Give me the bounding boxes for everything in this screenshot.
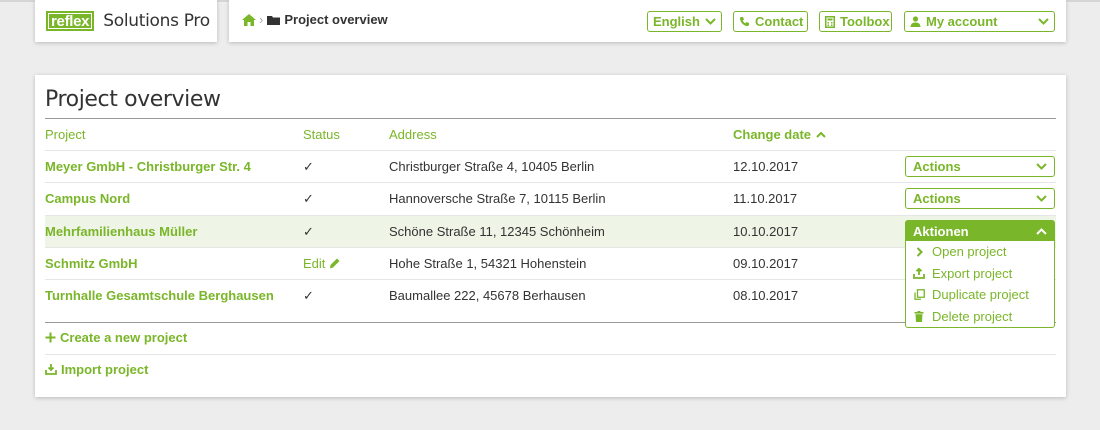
table-row[interactable]: Campus Nord ✓ Hannoversche Straße 7, 101… bbox=[45, 182, 1056, 214]
status-check: ✓ bbox=[303, 288, 314, 303]
account-label: My account bbox=[926, 14, 998, 29]
status-check: ✓ bbox=[303, 224, 314, 239]
column-header-address[interactable]: Address bbox=[389, 127, 437, 142]
project-address: Baumallee 222, 45678 Berhausen bbox=[389, 288, 586, 303]
chevron-down-icon bbox=[1036, 163, 1047, 170]
actions-dropdown-toggle[interactable]: Aktionen bbox=[906, 221, 1054, 241]
phone-icon bbox=[739, 16, 750, 27]
change-date-label: Change date bbox=[733, 127, 812, 142]
home-icon[interactable] bbox=[242, 13, 256, 26]
toolbox-button[interactable]: Toolbox bbox=[819, 11, 892, 32]
project-address: Christburger Straße 4, 10405 Berlin bbox=[389, 159, 595, 174]
reflex-logo: reflex bbox=[46, 11, 95, 31]
duplicate-project-label: Duplicate project bbox=[932, 287, 1029, 303]
actions-label: Actions bbox=[913, 191, 961, 206]
status-check: ✓ bbox=[303, 191, 314, 206]
delete-project-label: Delete project bbox=[932, 308, 1013, 324]
project-name[interactable]: Meyer GmbH - Christburger Str. 4 bbox=[45, 159, 251, 174]
actions-dropdown[interactable]: Actions bbox=[905, 156, 1055, 177]
table-row[interactable]: Meyer GmbH - Christburger Str. 4 ✓ Chris… bbox=[45, 150, 1056, 182]
open-project-label: Open project bbox=[932, 244, 1007, 260]
chevron-down-icon bbox=[1038, 18, 1049, 25]
import-project-label: Import project bbox=[61, 362, 149, 377]
app-name: Solutions Pro bbox=[103, 11, 210, 31]
actions-label: Actions bbox=[913, 159, 961, 174]
my-account-menu[interactable]: My account bbox=[904, 11, 1055, 32]
change-date: 09.10.2017 bbox=[733, 256, 799, 271]
top-bar: › Project overview English Contact Toolb… bbox=[229, 0, 1066, 42]
project-address: Schöne Straße 11, 12345 Schönheim bbox=[389, 224, 605, 239]
chevron-up-icon bbox=[1036, 227, 1047, 235]
edit-label: Edit bbox=[303, 256, 326, 271]
project-name[interactable]: Turnhalle Gesamtschule Berghausen bbox=[45, 288, 274, 303]
change-date: 10.10.2017 bbox=[733, 224, 799, 239]
import-icon bbox=[45, 364, 57, 375]
breadcrumb-separator: › bbox=[259, 12, 264, 27]
contact-label: Contact bbox=[755, 14, 804, 29]
trash-icon bbox=[913, 310, 925, 322]
create-project-label: Create a new project bbox=[60, 330, 188, 345]
chevron-right-icon bbox=[913, 247, 925, 257]
change-date: 12.10.2017 bbox=[733, 159, 799, 174]
menu-item-open-project[interactable]: Open project bbox=[906, 241, 1054, 263]
user-icon bbox=[910, 16, 921, 27]
column-header-change-date[interactable]: Change date bbox=[733, 127, 826, 142]
folder-icon bbox=[267, 15, 281, 25]
calculator-icon bbox=[825, 15, 835, 28]
language-select[interactable]: English bbox=[647, 11, 722, 32]
create-project-link[interactable]: Create a new project bbox=[45, 330, 187, 345]
link-divider bbox=[45, 354, 1056, 355]
breadcrumb-current: Project overview bbox=[284, 12, 388, 27]
status-check: ✓ bbox=[303, 159, 314, 174]
menu-item-delete-project[interactable]: Delete project bbox=[906, 306, 1054, 328]
chevron-down-icon bbox=[1036, 195, 1047, 202]
sort-ascending-icon bbox=[816, 131, 826, 138]
chevron-down-icon bbox=[705, 18, 716, 25]
status-edit-link[interactable]: Edit bbox=[303, 256, 340, 271]
plus-icon bbox=[45, 332, 56, 343]
title-divider bbox=[45, 118, 1056, 119]
change-date: 08.10.2017 bbox=[733, 288, 799, 303]
brand-card[interactable]: reflex Solutions Pro bbox=[35, 0, 217, 42]
export-project-label: Export project bbox=[932, 265, 1013, 281]
actions-dropdown[interactable]: Actions bbox=[905, 188, 1055, 209]
project-name[interactable]: Campus Nord bbox=[45, 191, 130, 206]
page-title: Project overview bbox=[45, 87, 221, 112]
column-header-status[interactable]: Status bbox=[303, 127, 340, 142]
menu-item-export-project[interactable]: Export project bbox=[906, 263, 1054, 285]
breadcrumb: › Project overview bbox=[242, 12, 388, 27]
project-address: Hannoversche Straße 7, 10115 Berlin bbox=[389, 191, 606, 206]
duplicate-icon bbox=[913, 289, 925, 301]
toolbox-label: Toolbox bbox=[840, 14, 890, 29]
project-name[interactable]: Mehrfamilienhaus Müller bbox=[45, 224, 197, 239]
actions-dropdown-open: Aktionen Open project Export project Dup… bbox=[905, 220, 1055, 328]
column-header-project[interactable]: Project bbox=[45, 127, 85, 142]
project-name[interactable]: Schmitz GmbH bbox=[45, 256, 137, 271]
contact-button[interactable]: Contact bbox=[733, 11, 808, 32]
menu-item-duplicate-project[interactable]: Duplicate project bbox=[906, 284, 1054, 306]
pencil-icon bbox=[329, 258, 340, 269]
language-label: English bbox=[653, 14, 700, 29]
project-address: Hohe Straße 1, 54321 Hohenstein bbox=[389, 256, 587, 271]
change-date: 11.10.2017 bbox=[733, 191, 798, 206]
export-icon bbox=[913, 267, 925, 279]
aktionen-label: Aktionen bbox=[913, 223, 969, 239]
import-project-link[interactable]: Import project bbox=[45, 362, 148, 377]
